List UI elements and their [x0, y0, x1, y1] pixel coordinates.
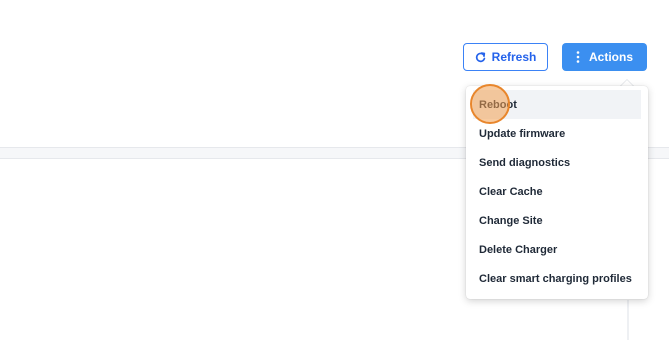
menu-item-label: Clear Cache: [479, 185, 543, 198]
actions-label: Actions: [588, 50, 633, 64]
menu-item-reboot[interactable]: Reboot: [473, 90, 641, 119]
menu-item-clear-cache[interactable]: Clear Cache: [473, 177, 641, 206]
menu-item-send-diagnostics[interactable]: Send diagnostics: [473, 148, 641, 177]
actions-menu: Reboot Update firmware Send diagnostics …: [466, 86, 648, 299]
scroll-edge: [627, 300, 629, 340]
menu-item-delete-charger[interactable]: Delete Charger: [473, 235, 641, 264]
menu-item-label: Change Site: [479, 214, 543, 227]
menu-item-change-site[interactable]: Change Site: [473, 206, 641, 235]
menu-item-label: Update firmware: [479, 127, 566, 140]
menu-item-label: Send diagnostics: [479, 156, 571, 169]
refresh-label: Refresh: [491, 50, 537, 64]
menu-item-clear-smart-charging-profiles[interactable]: Clear smart charging profiles: [473, 264, 641, 293]
menu-item-label: Clear smart charging profiles: [479, 272, 632, 285]
actions-button[interactable]: Actions: [562, 43, 647, 71]
menu-item-label: Delete Charger: [479, 243, 558, 256]
page: Refresh Actions Reboot Update firmware S…: [0, 0, 669, 340]
refresh-button[interactable]: Refresh: [463, 43, 548, 71]
menu-item-label: Reboot: [479, 98, 517, 111]
refresh-icon: [475, 51, 486, 63]
menu-item-update-firmware[interactable]: Update firmware: [473, 119, 641, 148]
vertical-dots-icon: [576, 51, 580, 63]
